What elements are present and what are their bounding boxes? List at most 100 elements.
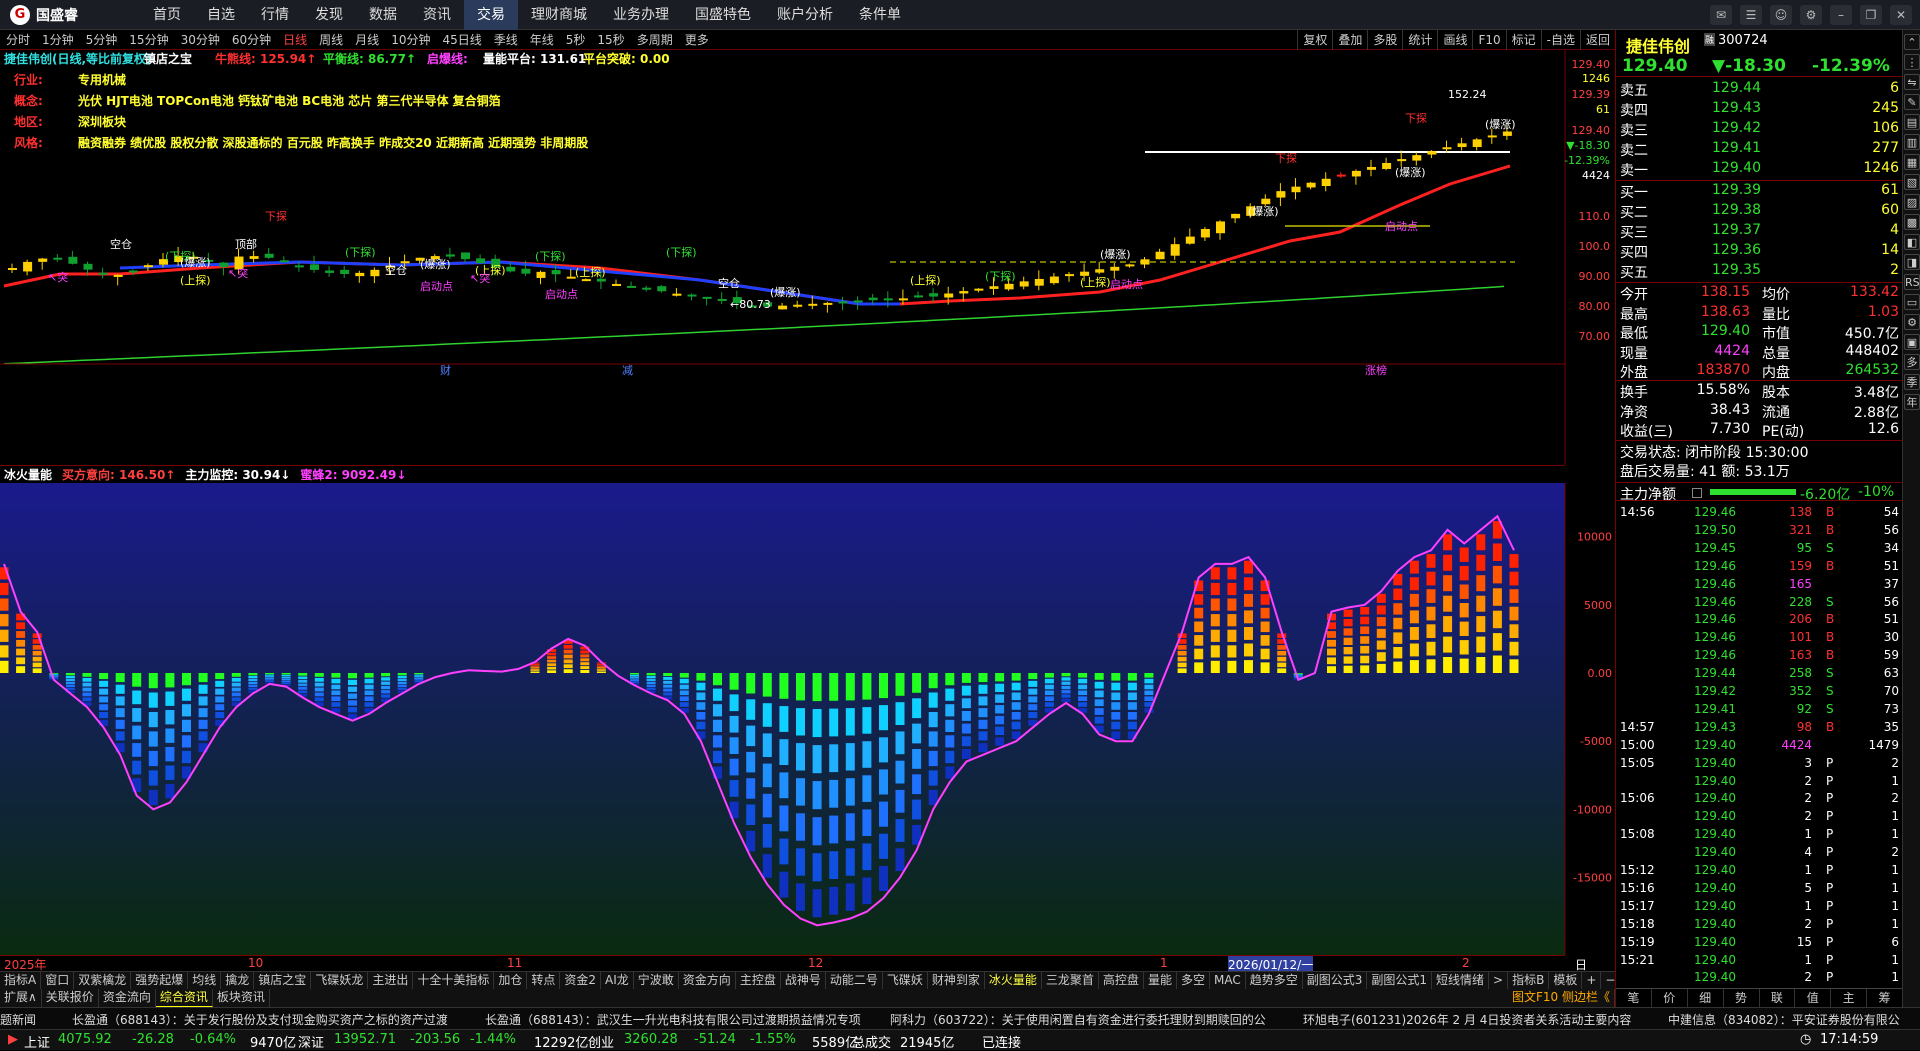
side-tool-icon[interactable]: 季 xyxy=(1904,374,1920,390)
side-tool-icon[interactable]: ✎ xyxy=(1904,94,1920,110)
chart-tool-button[interactable]: F10 xyxy=(1472,30,1505,50)
indicator-tab[interactable]: 加仓 xyxy=(494,972,528,989)
index-name[interactable]: 深证 xyxy=(298,1032,324,1051)
indicator-tab[interactable]: > xyxy=(1489,972,1509,989)
ask-row[interactable]: 卖二 129.41 277 xyxy=(1616,139,1903,159)
indicator-title[interactable]: 冰火量能 xyxy=(4,466,52,483)
period-tab[interactable]: 年线 xyxy=(524,30,560,49)
info-tab[interactable]: 扩展∧ xyxy=(0,989,42,1007)
restore-icon[interactable]: ❐ xyxy=(1860,5,1882,25)
side-tool-icon[interactable]: ◧ xyxy=(1904,234,1920,250)
f10-sidebar-toggle[interactable]: 图文F10 侧边栏《 xyxy=(1508,989,1615,1007)
chart-tool-button[interactable]: -自选 xyxy=(1540,30,1580,50)
panel-tab[interactable]: 笔 xyxy=(1616,989,1652,1007)
indicator-tab[interactable]: 窗口 xyxy=(41,972,75,989)
indicator-tab[interactable]: 资金2 xyxy=(560,972,602,989)
indicator-tab[interactable]: 指标B xyxy=(1508,972,1550,989)
indicator-tab[interactable]: 主进出 xyxy=(368,972,414,989)
chart-tool-button[interactable]: 叠加 xyxy=(1332,30,1367,50)
indicator-tab[interactable]: 短线情绪 xyxy=(1432,972,1490,989)
indicator-tab[interactable]: 飞碟妖龙 xyxy=(311,972,369,989)
panel-tab[interactable]: 值 xyxy=(1795,989,1832,1007)
period-tab[interactable]: 周线 xyxy=(313,30,349,49)
indicator-tab[interactable]: 宁波敢 xyxy=(634,972,679,989)
chart-tool-button[interactable]: 复权 xyxy=(1297,30,1332,50)
indicator-tab[interactable]: MAC xyxy=(1210,972,1246,989)
info-tab[interactable]: 板块资讯 xyxy=(213,989,270,1007)
side-tool-icon[interactable]: ▥ xyxy=(1904,134,1920,150)
indicator-tab[interactable]: 指标A xyxy=(0,972,42,989)
period-tab[interactable]: 月线 xyxy=(349,30,385,49)
close-icon[interactable]: ✕ xyxy=(1890,5,1912,25)
menu-item[interactable]: 账户分析 xyxy=(764,0,846,30)
menu-item[interactable]: 资讯 xyxy=(410,0,464,30)
period-tab[interactable]: 30分钟 xyxy=(175,30,226,49)
side-tool-icon[interactable]: ▩ xyxy=(1904,214,1920,230)
period-tab[interactable]: 15分钟 xyxy=(123,30,174,49)
ask-row[interactable]: 卖四 129.43 245 xyxy=(1616,99,1903,119)
indicator-tab[interactable]: + xyxy=(1582,972,1602,989)
chart-tool-button[interactable]: 统计 xyxy=(1402,30,1437,50)
net-flow-toggle-icon[interactable] xyxy=(1692,488,1702,498)
indicator-tab[interactable]: 动能二号 xyxy=(826,972,883,989)
side-tool-icon[interactable]: ⇋ xyxy=(1904,74,1920,90)
volume-energy-chart[interactable]: 10000 5000 0.00 -5000 -10000 -15000 xyxy=(0,483,1615,955)
side-tool-icon[interactable]: ▦ xyxy=(1904,154,1920,170)
panel-tab[interactable]: 细 xyxy=(1688,989,1724,1007)
bid-row[interactable]: 买五 129.35 2 xyxy=(1616,261,1903,281)
indicator-tab[interactable]: 模板 xyxy=(1549,972,1583,989)
side-tool-icon[interactable]: ◨ xyxy=(1904,254,1920,270)
app-logo[interactable]: G 国盛睿 xyxy=(10,4,78,26)
indicator-tab[interactable]: 财神到家 xyxy=(928,972,985,989)
period-tab[interactable]: 多周期 xyxy=(631,30,679,49)
menu-item[interactable]: 数据 xyxy=(356,0,410,30)
indicator-tab[interactable]: 十全十美指标 xyxy=(413,972,495,989)
side-tool-icon[interactable]: 多 xyxy=(1904,354,1920,370)
indicator-tab[interactable]: 强势起爆 xyxy=(131,972,189,989)
side-tool-icon[interactable]: 年 xyxy=(1904,394,1920,410)
period-tab[interactable]: 分时 xyxy=(0,30,36,49)
side-tool-icon[interactable]: ▨ xyxy=(1904,194,1920,210)
indicator-tab[interactable]: 资金方向 xyxy=(679,972,736,989)
period-tab[interactable]: 5分钟 xyxy=(80,30,124,49)
side-tool-icon[interactable]: ▣ xyxy=(1904,334,1920,350)
period-tab[interactable]: 1分钟 xyxy=(36,30,80,49)
bid-row[interactable]: 买四 129.36 14 xyxy=(1616,241,1903,261)
news-item[interactable]: 中建信息（834082）：平安证券股份有限公 xyxy=(1668,1011,1900,1028)
news-item[interactable]: 环旭电子(601231)2026年 2 月 4日投资者关系活动主要内容 xyxy=(1303,1011,1631,1028)
settings-icon[interactable]: ⚙ xyxy=(1800,5,1822,25)
side-tool-icon[interactable]: RSI xyxy=(1904,274,1920,290)
info-tab[interactable]: 资金流向 xyxy=(99,989,156,1007)
indicator-tab[interactable]: 副图公式1 xyxy=(1367,972,1432,989)
menu-item[interactable]: 首页 xyxy=(140,0,194,30)
chart-tool-button[interactable]: 标记 xyxy=(1505,30,1541,50)
menu-item[interactable]: 理财商城 xyxy=(518,0,600,30)
period-tab[interactable]: 15秒 xyxy=(591,30,630,49)
side-tool-icon[interactable]: ⋮ xyxy=(1904,54,1920,70)
indicator-tab[interactable]: 高控盘 xyxy=(1099,972,1144,989)
indicator-tab[interactable]: 转点 xyxy=(527,972,561,989)
period-tab[interactable]: 45日线 xyxy=(436,30,487,49)
chart-tool-button[interactable]: 画线 xyxy=(1437,30,1472,50)
menu-item[interactable]: 发现 xyxy=(302,0,356,30)
side-tool-icon[interactable]: ⚙ xyxy=(1904,314,1920,330)
indicator-tab[interactable]: 擒龙 xyxy=(221,972,255,989)
ask-row[interactable]: 卖一 129.40 1246 xyxy=(1616,159,1903,179)
side-tool-icon[interactable]: ▧ xyxy=(1904,174,1920,190)
minimize-icon[interactable]: – xyxy=(1830,5,1852,25)
index-name[interactable]: 上证 xyxy=(24,1032,50,1051)
panel-tab[interactable]: 主 xyxy=(1831,989,1868,1007)
indicator-tab[interactable]: 三龙聚首 xyxy=(1042,972,1099,989)
side-tool-icon[interactable]: ▭ xyxy=(1904,294,1920,310)
indicator-name[interactable]: 镇店之宝 xyxy=(144,51,192,66)
menu-item[interactable]: 业务办理 xyxy=(600,0,682,30)
period-tab[interactable]: 更多 xyxy=(679,30,715,49)
indicator-tab[interactable]: AI龙 xyxy=(601,972,634,989)
news-item[interactable]: 题新闻 xyxy=(0,1011,36,1028)
skin-icon[interactable]: ☰ xyxy=(1740,5,1762,25)
menu-item[interactable]: 条件单 xyxy=(846,0,914,30)
panel-tab[interactable]: 价 xyxy=(1652,989,1688,1007)
indicator-tab[interactable]: 均线 xyxy=(188,972,222,989)
main-kline-chart[interactable]: 捷佳伟创(日线,等比前复权)镇店之宝 牛熊线: 125.94↑ 平衡线: 86.77… xyxy=(0,50,1615,465)
period-tab[interactable]: 5秒 xyxy=(560,30,592,49)
